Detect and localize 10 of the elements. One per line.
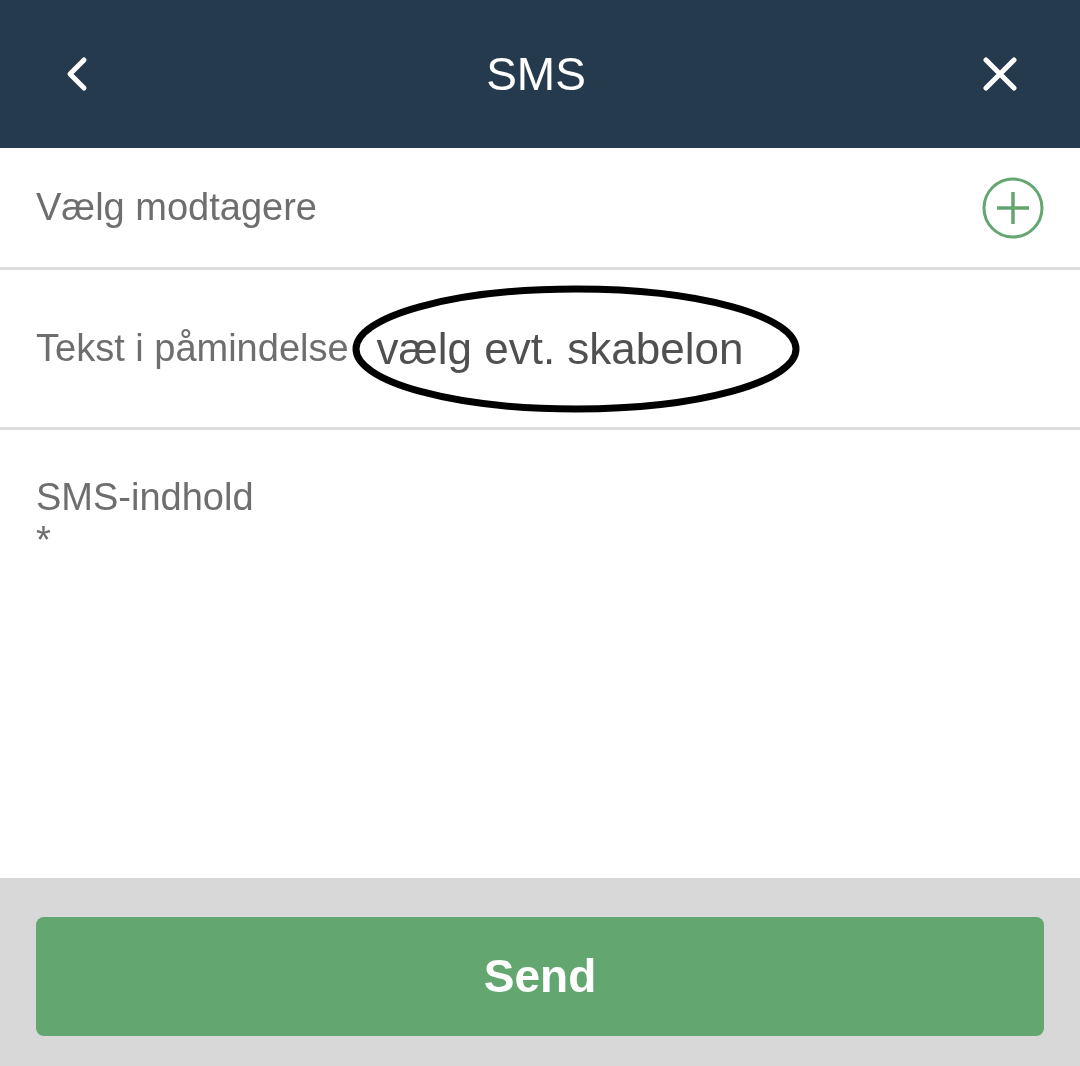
add-icon[interactable] bbox=[982, 176, 1044, 239]
send-button[interactable]: Send bbox=[36, 917, 1044, 1036]
recipients-label: Vælg modtagere bbox=[36, 185, 317, 230]
template-label: Tekst i påmindelse bbox=[36, 326, 349, 371]
required-mark: * bbox=[36, 520, 52, 560]
window-title: SMS bbox=[486, 46, 586, 102]
close-button[interactable] bbox=[980, 54, 1020, 94]
recipients-row[interactable]: Vælg modtagere bbox=[0, 148, 1080, 270]
content-label: SMS-indhold bbox=[36, 475, 255, 520]
close-icon bbox=[983, 57, 1017, 91]
